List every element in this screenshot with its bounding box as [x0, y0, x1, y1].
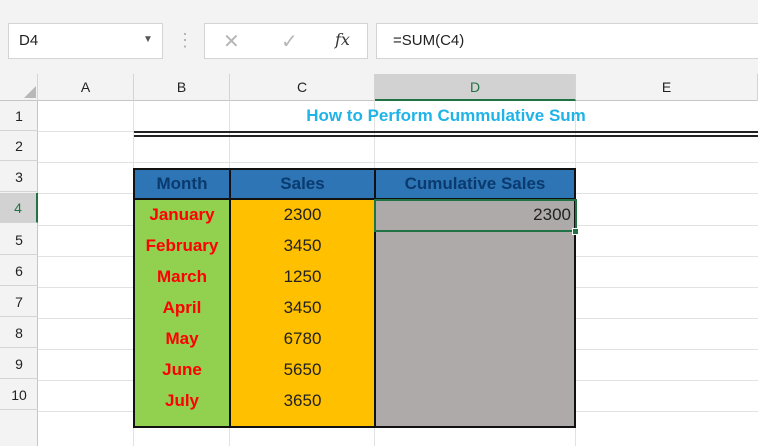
column-headers: A B C D E	[0, 74, 758, 101]
cumulative-cell[interactable]	[375, 324, 575, 355]
sheet-title[interactable]: How to Perform Cummulative Sum	[134, 101, 758, 131]
month-cell[interactable]: May	[134, 324, 230, 355]
sales-cell[interactable]: 3450	[230, 293, 375, 324]
month-cell[interactable]: February	[134, 231, 230, 262]
header-sales[interactable]: Sales	[230, 169, 375, 199]
formula-input[interactable]: =SUM(C4)	[376, 23, 758, 59]
row-header-4[interactable]: 4	[0, 193, 38, 223]
month-cell[interactable]: July	[134, 386, 230, 426]
column-header-c[interactable]: C	[230, 74, 375, 101]
cumulative-cell[interactable]	[375, 293, 575, 324]
sales-cell[interactable]: 3650	[230, 386, 375, 426]
header-cumulative-sales[interactable]: Cumulative Sales	[375, 169, 575, 199]
cumulative-cell[interactable]	[375, 231, 575, 262]
chevron-down-icon[interactable]: ▼	[143, 34, 153, 45]
row-header-2[interactable]: 2	[0, 131, 38, 161]
month-cell[interactable]: March	[134, 262, 230, 293]
title-underline	[134, 131, 758, 133]
insert-function-icon[interactable]: fx	[335, 30, 350, 49]
sales-cell[interactable]: 2300	[230, 200, 375, 231]
column-header-a[interactable]: A	[38, 74, 134, 101]
row-header-7[interactable]: 7	[0, 287, 38, 317]
sales-cell[interactable]: 3450	[230, 231, 375, 262]
row-header-5[interactable]: 5	[0, 225, 38, 255]
name-box[interactable]: D4 ▼	[8, 23, 163, 59]
cumulative-cell[interactable]	[375, 262, 575, 293]
sales-cell[interactable]: 5650	[230, 355, 375, 386]
sales-cell[interactable]: 6780	[230, 324, 375, 355]
month-cell[interactable]: April	[134, 293, 230, 324]
row-headers: 1 2 3 4 5 6 7 8 9 10	[0, 101, 38, 446]
worksheet-grid[interactable]: How to Perform Cummulative Sum Month Sal…	[38, 101, 758, 446]
row-header-9[interactable]: 9	[0, 349, 38, 379]
column-header-b[interactable]: B	[134, 74, 230, 101]
row-header-1[interactable]: 1	[0, 101, 38, 131]
month-cell[interactable]: January	[134, 200, 230, 231]
header-month[interactable]: Month	[134, 169, 230, 199]
title-underline	[134, 135, 758, 137]
cancel-icon[interactable]: ✕	[223, 29, 240, 54]
formula-text: =SUM(C4)	[393, 32, 465, 49]
column-header-d[interactable]: D	[375, 74, 576, 101]
formula-bar: D4 ▼ ⋮ ✕ ✓ fx =SUM(C4)	[0, 0, 758, 74]
cumulative-cell[interactable]	[375, 355, 575, 386]
drag-handle-icon[interactable]: ⋮	[176, 30, 194, 51]
gridline	[575, 101, 576, 446]
cumulative-cell[interactable]	[375, 386, 575, 426]
column-header-e[interactable]: E	[576, 74, 758, 101]
row-header-10[interactable]: 10	[0, 380, 38, 410]
sales-cell[interactable]: 1250	[230, 262, 375, 293]
formula-actions: ✕ ✓ fx	[204, 23, 368, 59]
enter-icon[interactable]: ✓	[281, 29, 298, 54]
cumulative-cell[interactable]: 2300	[375, 200, 575, 231]
name-box-value: D4	[19, 32, 39, 49]
row-header-3[interactable]: 3	[0, 162, 38, 192]
row-header-8[interactable]: 8	[0, 318, 38, 348]
select-all-corner[interactable]	[0, 74, 38, 101]
gridline	[38, 162, 758, 163]
row-header-6[interactable]: 6	[0, 256, 38, 286]
select-all-icon	[24, 86, 36, 98]
month-cell[interactable]: June	[134, 355, 230, 386]
